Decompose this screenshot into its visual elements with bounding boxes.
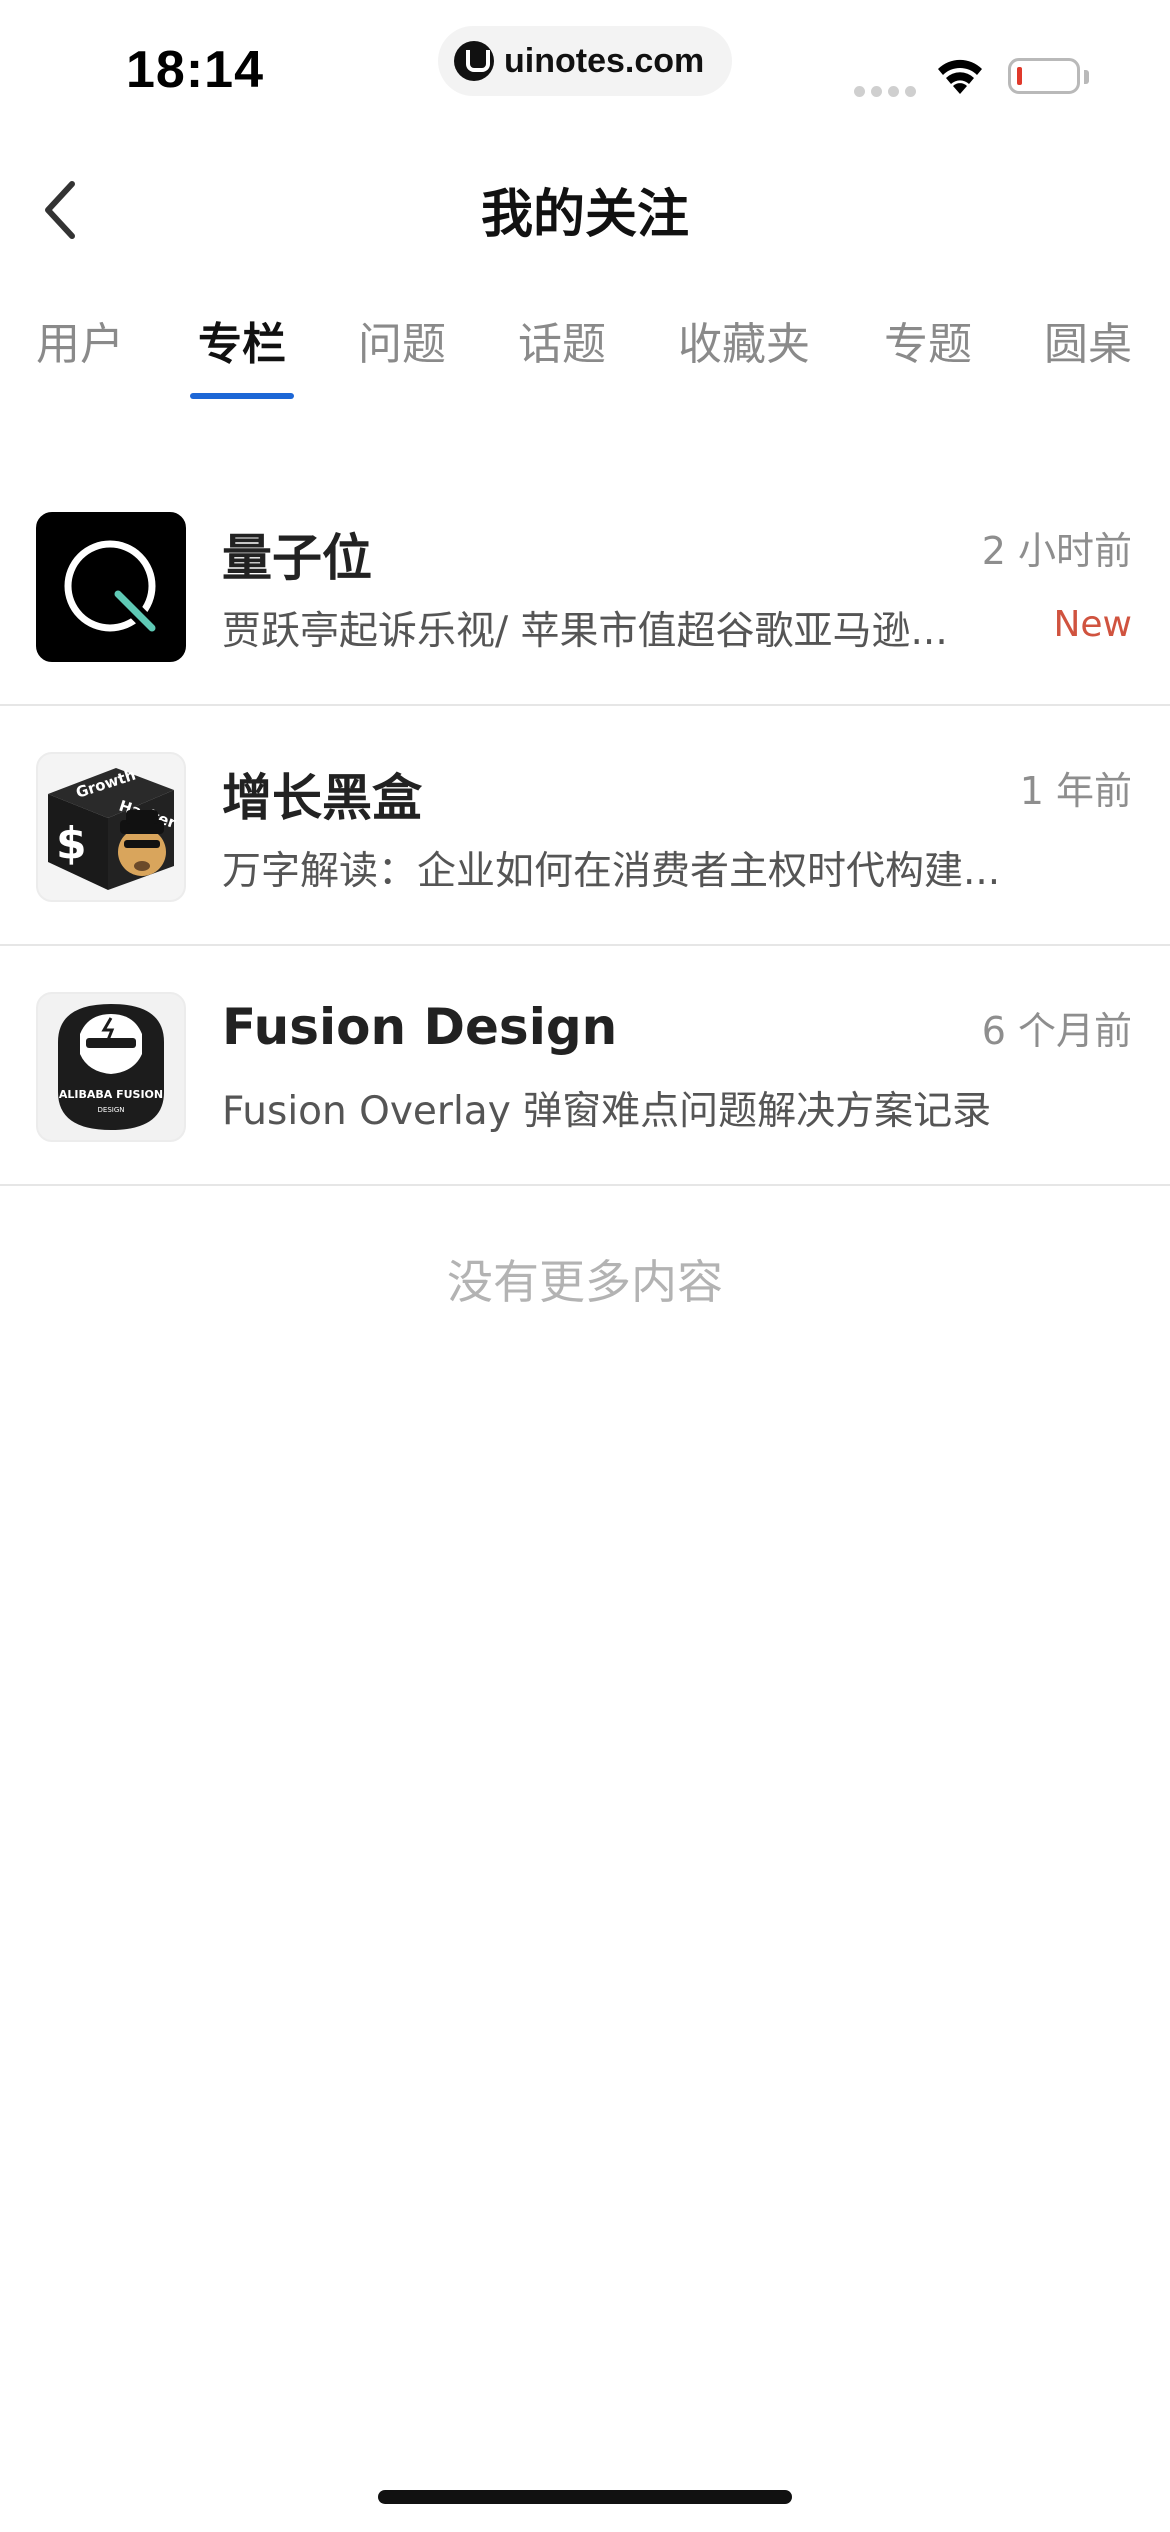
column-time: 6 个月前 [981, 1009, 1132, 1053]
site-logo-icon [454, 41, 494, 81]
tab-columns[interactable]: 专栏 [198, 308, 286, 372]
column-time: 2 小时前 [981, 529, 1132, 573]
url-text: uinotes.com [504, 41, 705, 80]
status-time: 18:14 [126, 41, 264, 99]
tab-topics[interactable]: 话题 [518, 308, 606, 372]
column-time: 1 年前 [1019, 769, 1132, 813]
list-item[interactable]: 量子位 2 小时前 贾跃亭起诉乐视/ 苹果市值超谷歌亚马逊... New [0, 466, 1170, 706]
page-title: 我的关注 [480, 185, 689, 245]
avatar: Growth Hacker $ [36, 752, 186, 902]
tab-roundtable[interactable]: 圆桌 [1044, 308, 1132, 372]
status-bar: 18:14 uinotes.com [0, 0, 1170, 140]
column-name: 量子位 [222, 529, 372, 587]
active-tab-indicator [190, 393, 294, 399]
battery-cap [1084, 70, 1089, 84]
column-latest-article: 万字解读：企业如何在消费者主权时代构建... [222, 849, 1001, 894]
tab-questions[interactable]: 问题 [358, 308, 446, 372]
svg-text:$: $ [56, 818, 87, 869]
no-more-content: 没有更多内容 [447, 1255, 723, 1309]
url-pill[interactable]: uinotes.com [438, 26, 732, 96]
alibaba-fusion-logo-icon: ALIBABA FUSION DESIGN [58, 1004, 164, 1130]
avatar [36, 512, 186, 662]
battery-icon [1008, 58, 1080, 94]
growth-hacker-cube-icon: Growth Hacker $ [48, 766, 179, 890]
new-badge: New [1053, 604, 1132, 645]
column-list: 量子位 2 小时前 贾跃亭起诉乐视/ 苹果市值超谷歌亚马逊... New Gro… [0, 466, 1170, 1186]
qbitai-logo-icon [64, 540, 162, 638]
avatar-text-design: DESIGN [98, 1106, 125, 1114]
column-latest-article: 贾跃亭起诉乐视/ 苹果市值超谷歌亚马逊... [222, 609, 948, 654]
list-item[interactable]: ALIBABA FUSION DESIGN Fusion Design 6 个月… [0, 946, 1170, 1186]
wifi-icon [938, 59, 982, 94]
list-item[interactable]: Growth Hacker $ 增长黑盒 1 年前 万字解读：企业如何在消费者主… [0, 706, 1170, 946]
column-latest-article: Fusion Overlay 弹窗难点问题解决方案记录 [222, 1089, 992, 1134]
cellular-signal-icon [854, 86, 916, 97]
home-indicator[interactable] [378, 2490, 792, 2504]
column-name: 增长黑盒 [222, 769, 422, 827]
tab-collections[interactable]: 收藏夹 [678, 308, 810, 372]
column-name: Fusion Design [222, 998, 618, 1056]
tab-users[interactable]: 用户 [36, 308, 124, 372]
avatar: ALIBABA FUSION DESIGN [36, 992, 186, 1142]
avatar-text-fusion: ALIBABA FUSION [59, 1088, 163, 1101]
tab-specials[interactable]: 专题 [884, 308, 972, 372]
tab-bar: 用户 专栏 问题 话题 收藏夹 专题 圆桌 [0, 300, 1170, 410]
